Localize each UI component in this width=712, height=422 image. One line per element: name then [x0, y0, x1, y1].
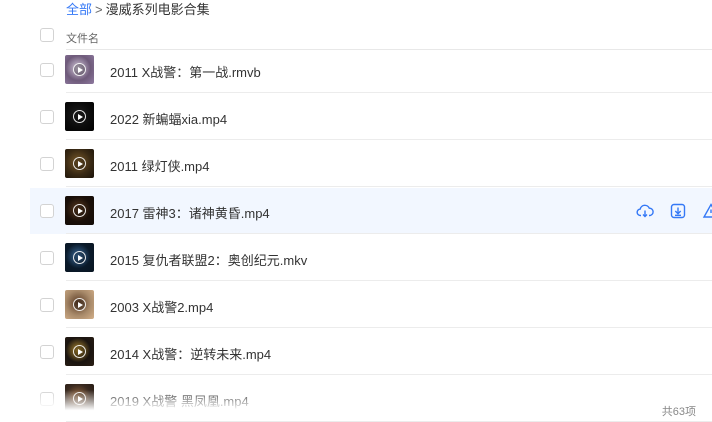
row-checkbox[interactable] [40, 251, 54, 265]
row-divider [66, 92, 712, 93]
file-name[interactable]: 2014 X战警：逆转未来.mp4 [110, 344, 271, 363]
video-thumbnail [65, 102, 94, 131]
row-checkbox[interactable] [40, 204, 54, 218]
file-row[interactable]: 2011 绿灯侠.mp4 [30, 141, 712, 187]
row-divider [66, 280, 712, 281]
file-name[interactable]: 2017 雷神3：诸神黄昏.mp4 [110, 203, 270, 222]
video-thumbnail [65, 149, 94, 178]
column-header-filename[interactable]: 文件名 [66, 30, 99, 46]
file-name[interactable]: 2011 绿灯侠.mp4 [110, 156, 209, 175]
video-thumbnail [65, 290, 94, 319]
breadcrumb-root-link[interactable]: 全部 [66, 2, 92, 17]
item-count: 共63项 [661, 406, 696, 418]
download-icon[interactable] [669, 202, 687, 220]
row-checkbox[interactable] [40, 298, 54, 312]
video-thumbnail [65, 196, 94, 225]
video-thumbnail [65, 55, 94, 84]
video-thumbnail [65, 337, 94, 366]
row-divider [66, 139, 712, 140]
file-row[interactable]: 2003 X战警2.mp4 [30, 282, 712, 328]
file-row[interactable]: 2015 复仇者联盟2：奥创纪元.mkv [30, 235, 712, 281]
file-row[interactable]: 2011 X战警：第一战.rmvb [30, 47, 712, 93]
select-all-checkbox[interactable] [40, 28, 54, 42]
file-name[interactable]: 2022 新蝙蝠xia.mp4 [110, 109, 227, 128]
play-icon [73, 110, 86, 123]
row-divider [66, 327, 712, 328]
play-icon [73, 251, 86, 264]
row-divider [66, 186, 712, 187]
file-row[interactable]: 2014 X战警：逆转未来.mp4 [30, 329, 712, 375]
file-name[interactable]: 2015 复仇者联盟2：奥创纪元.mkv [110, 250, 307, 269]
play-icon [73, 204, 86, 217]
video-thumbnail [65, 243, 94, 272]
row-checkbox[interactable] [40, 63, 54, 77]
row-checkbox[interactable] [40, 110, 54, 124]
row-divider [66, 233, 712, 234]
play-icon [73, 63, 86, 76]
list-bottom-fade [0, 390, 712, 419]
row-divider [66, 374, 712, 375]
file-row[interactable]: 2017 雷神3：诸神黄昏.mp4 [30, 188, 712, 234]
breadcrumb: 全部 > 漫威系列电影合集 [66, 2, 210, 18]
file-name[interactable]: 2003 X战警2.mp4 [110, 297, 213, 316]
play-icon [73, 157, 86, 170]
row-checkbox[interactable] [40, 157, 54, 171]
file-name[interactable]: 2011 X战警：第一战.rmvb [110, 62, 261, 81]
file-row[interactable]: 2022 新蝙蝠xia.mp4 [30, 94, 712, 140]
breadcrumb-separator: > [95, 2, 103, 17]
cloud-download-icon[interactable] [636, 202, 654, 220]
breadcrumb-current: 漫威系列电影合集 [105, 2, 210, 17]
row-checkbox[interactable] [40, 345, 54, 359]
play-icon [73, 345, 86, 358]
share-icon[interactable] [702, 202, 712, 220]
play-icon [73, 298, 86, 311]
